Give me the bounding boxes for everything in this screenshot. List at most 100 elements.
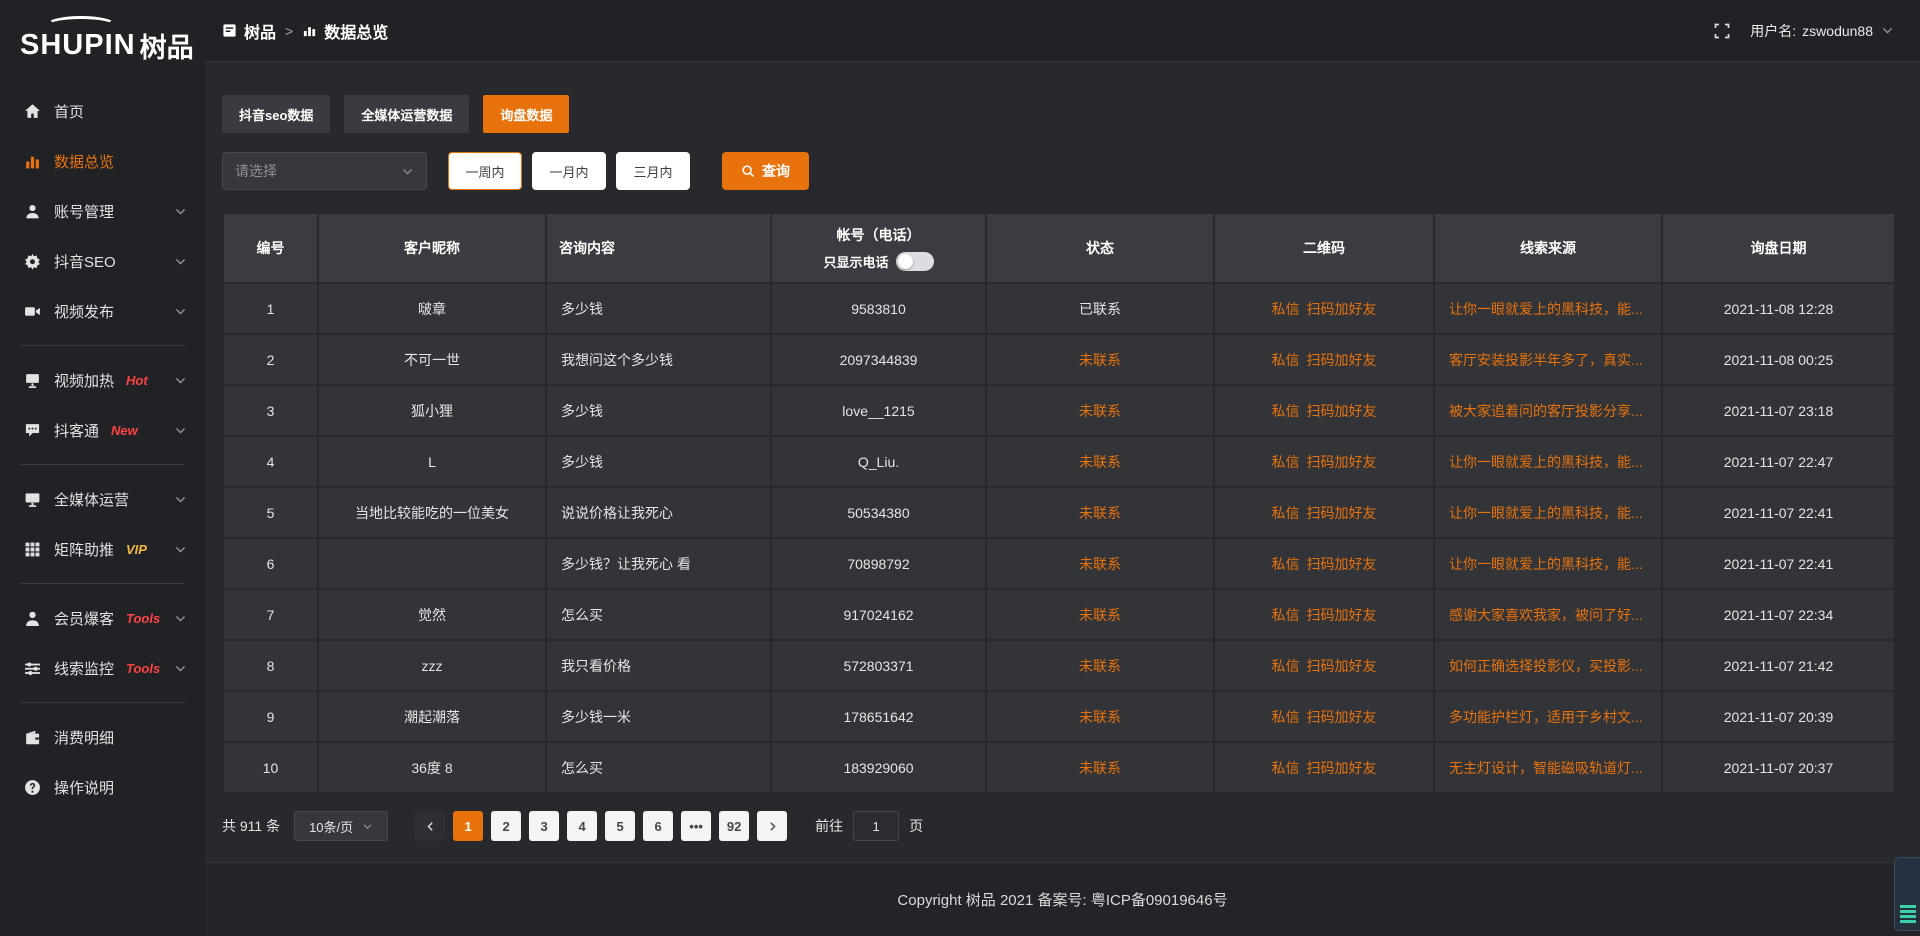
fullscreen-icon[interactable] bbox=[1714, 23, 1730, 39]
sidebar-item-home[interactable]: 首页 bbox=[0, 86, 205, 136]
sidebar-item-omni-media[interactable]: 全媒体运营 bbox=[0, 474, 205, 524]
source-link[interactable]: 让你一眼就爱上的黑科技，能... bbox=[1449, 454, 1643, 470]
source-link[interactable]: 被大家追着问的客厅投影分享... bbox=[1449, 403, 1643, 419]
chevron-down-icon bbox=[174, 424, 187, 437]
page-button-6[interactable]: 6 bbox=[643, 811, 673, 841]
table-header-row: 编号 客户昵称 咨询内容 帐号（电话） 只显示电话 状态 bbox=[223, 213, 1895, 283]
col-header-status: 状态 bbox=[986, 213, 1214, 283]
qr-link[interactable]: 私信 bbox=[1272, 658, 1300, 674]
source-link[interactable]: 让你一眼就爱上的黑科技，能... bbox=[1449, 301, 1643, 317]
qr-link[interactable]: 扫码加好友 bbox=[1307, 454, 1377, 470]
cell-source: 如何正确选择投影仪，买投影... bbox=[1434, 640, 1662, 691]
qr-link[interactable]: 扫码加好友 bbox=[1307, 505, 1377, 521]
cell-no: 10 bbox=[223, 742, 318, 793]
sidebar-item-badge: Tools bbox=[126, 611, 160, 626]
qr-link[interactable]: 扫码加好友 bbox=[1307, 352, 1377, 368]
cell-status: 未联系 bbox=[986, 538, 1214, 589]
source-link[interactable]: 多功能护栏灯，适用于乡村文... bbox=[1449, 709, 1643, 725]
cell-source: 被大家追着问的客厅投影分享... bbox=[1434, 385, 1662, 436]
qr-link[interactable]: 私信 bbox=[1272, 352, 1300, 368]
sidebar-item-label: 矩阵助推 bbox=[54, 539, 114, 560]
range-button-2[interactable]: 三月内 bbox=[616, 152, 690, 190]
tab-douyin-seo-data[interactable]: 抖音seo数据 bbox=[222, 95, 330, 133]
sidebar-item-badge: VIP bbox=[126, 542, 147, 557]
source-link[interactable]: 让你一眼就爱上的黑科技，能... bbox=[1449, 556, 1643, 572]
sidebar-item-douyin-seo[interactable]: 抖音SEO bbox=[0, 236, 205, 286]
sidebar-item-video-publish[interactable]: 视频发布 bbox=[0, 286, 205, 336]
search-icon bbox=[741, 164, 755, 178]
sidebar-item-label: 视频加热 bbox=[54, 370, 114, 391]
qr-link[interactable]: 私信 bbox=[1272, 454, 1300, 470]
sidebar-item-data-overview[interactable]: 数据总览 bbox=[0, 136, 205, 186]
qr-link[interactable]: 扫码加好友 bbox=[1307, 607, 1377, 623]
sidebar-item-matrix-boost[interactable]: 矩阵助推 VIP bbox=[0, 524, 205, 574]
qr-link[interactable]: 扫码加好友 bbox=[1307, 658, 1377, 674]
sidebar-item-video-heating[interactable]: 视频加热Hot bbox=[0, 355, 205, 405]
qr-link[interactable]: 私信 bbox=[1272, 607, 1300, 623]
source-link[interactable]: 感谢大家喜欢我家，被问了好... bbox=[1449, 607, 1643, 623]
sidebar-item-douketong[interactable]: 抖客通New bbox=[0, 405, 205, 455]
page-button-3[interactable]: 3 bbox=[529, 811, 559, 841]
breadcrumb-separator: > bbox=[285, 23, 293, 39]
cell-date: 2021-11-08 12:28 bbox=[1662, 283, 1895, 334]
source-link[interactable]: 如何正确选择投影仪，买投影... bbox=[1449, 658, 1643, 674]
page-size-value: 10条/页 bbox=[309, 817, 353, 836]
cell-nickname: 啵章 bbox=[318, 283, 546, 334]
col-header-account: 帐号（电话） 只显示电话 bbox=[771, 213, 986, 283]
cell-account: 178651642 bbox=[771, 691, 986, 742]
qr-link[interactable]: 私信 bbox=[1272, 556, 1300, 572]
qr-link[interactable]: 私信 bbox=[1272, 403, 1300, 419]
sidebar-item-consumption-detail[interactable]: 消费明细 bbox=[0, 712, 205, 762]
qr-link[interactable]: 扫码加好友 bbox=[1307, 709, 1377, 725]
qr-link[interactable]: 私信 bbox=[1272, 301, 1300, 317]
cell-source: 无主灯设计，智能磁吸轨道灯... bbox=[1434, 742, 1662, 793]
qr-link[interactable]: 扫码加好友 bbox=[1307, 403, 1377, 419]
qr-link[interactable]: 扫码加好友 bbox=[1307, 301, 1377, 317]
tab-inquiry-data[interactable]: 询盘数据 bbox=[483, 95, 569, 133]
page-button-1[interactable]: 1 bbox=[453, 811, 483, 841]
floating-widget[interactable] bbox=[1894, 857, 1920, 931]
page-button-4[interactable]: 4 bbox=[567, 811, 597, 841]
cell-status: 未联系 bbox=[986, 691, 1214, 742]
col-header-content: 咨询内容 bbox=[546, 213, 771, 283]
next-page-button[interactable] bbox=[757, 811, 787, 841]
query-button[interactable]: 查询 bbox=[722, 152, 809, 190]
col-header-date: 询盘日期 bbox=[1662, 213, 1895, 283]
sidebar-item-member-burst[interactable]: 会员爆客Tools bbox=[0, 593, 205, 643]
goto-page-input[interactable] bbox=[853, 811, 899, 841]
cell-qrcode: 私信扫码加好友 bbox=[1214, 742, 1434, 793]
source-link[interactable]: 无主灯设计，智能磁吸轨道灯... bbox=[1449, 760, 1643, 776]
filter-select[interactable]: 请选择 bbox=[222, 152, 427, 190]
sidebar-item-operation-guide[interactable]: 操作说明 bbox=[0, 762, 205, 812]
topbar-right: 用户名: zswodun88 bbox=[1714, 21, 1894, 41]
source-link[interactable]: 让你一眼就爱上的黑科技，能... bbox=[1449, 505, 1643, 521]
range-button-1[interactable]: 一月内 bbox=[532, 152, 606, 190]
cell-date: 2021-11-07 20:37 bbox=[1662, 742, 1895, 793]
source-link[interactable]: 客厅安装投影半年多了，真实... bbox=[1449, 352, 1643, 368]
table-row: 7觉然怎么买917024162未联系私信扫码加好友感谢大家喜欢我家，被问了好..… bbox=[223, 589, 1895, 640]
page-button-92[interactable]: 92 bbox=[719, 811, 749, 841]
breadcrumb-item-current[interactable]: 数据总览 bbox=[302, 19, 388, 43]
phone-only-toggle[interactable] bbox=[896, 252, 934, 271]
sidebar-item-clue-monitor[interactable]: 线索监控Tools bbox=[0, 643, 205, 693]
breadcrumb-item-home[interactable]: 树品 bbox=[222, 19, 276, 43]
chevron-down-icon bbox=[174, 374, 187, 387]
filter-bar: 请选择 一周内一月内三月内 查询 bbox=[222, 152, 1920, 190]
qr-link[interactable]: 扫码加好友 bbox=[1307, 760, 1377, 776]
page-button-5[interactable]: 5 bbox=[605, 811, 635, 841]
cell-source: 让你一眼就爱上的黑科技，能... bbox=[1434, 283, 1662, 334]
cell-no: 2 bbox=[223, 334, 318, 385]
col-header-source: 线索来源 bbox=[1434, 213, 1662, 283]
range-button-0[interactable]: 一周内 bbox=[448, 152, 522, 190]
qr-link[interactable]: 扫码加好友 bbox=[1307, 556, 1377, 572]
qr-link[interactable]: 私信 bbox=[1272, 760, 1300, 776]
prev-page-button[interactable] bbox=[415, 811, 445, 841]
page-button-2[interactable]: 2 bbox=[491, 811, 521, 841]
user-menu[interactable]: 用户名: zswodun88 bbox=[1750, 21, 1894, 41]
sidebar-item-account-management[interactable]: 账号管理 bbox=[0, 186, 205, 236]
tab-omni-media-data[interactable]: 全媒体运营数据 bbox=[344, 95, 469, 133]
page-size-select[interactable]: 10条/页 bbox=[294, 811, 388, 841]
page-ellipsis-button[interactable]: ••• bbox=[681, 811, 711, 841]
qr-link[interactable]: 私信 bbox=[1272, 505, 1300, 521]
qr-link[interactable]: 私信 bbox=[1272, 709, 1300, 725]
